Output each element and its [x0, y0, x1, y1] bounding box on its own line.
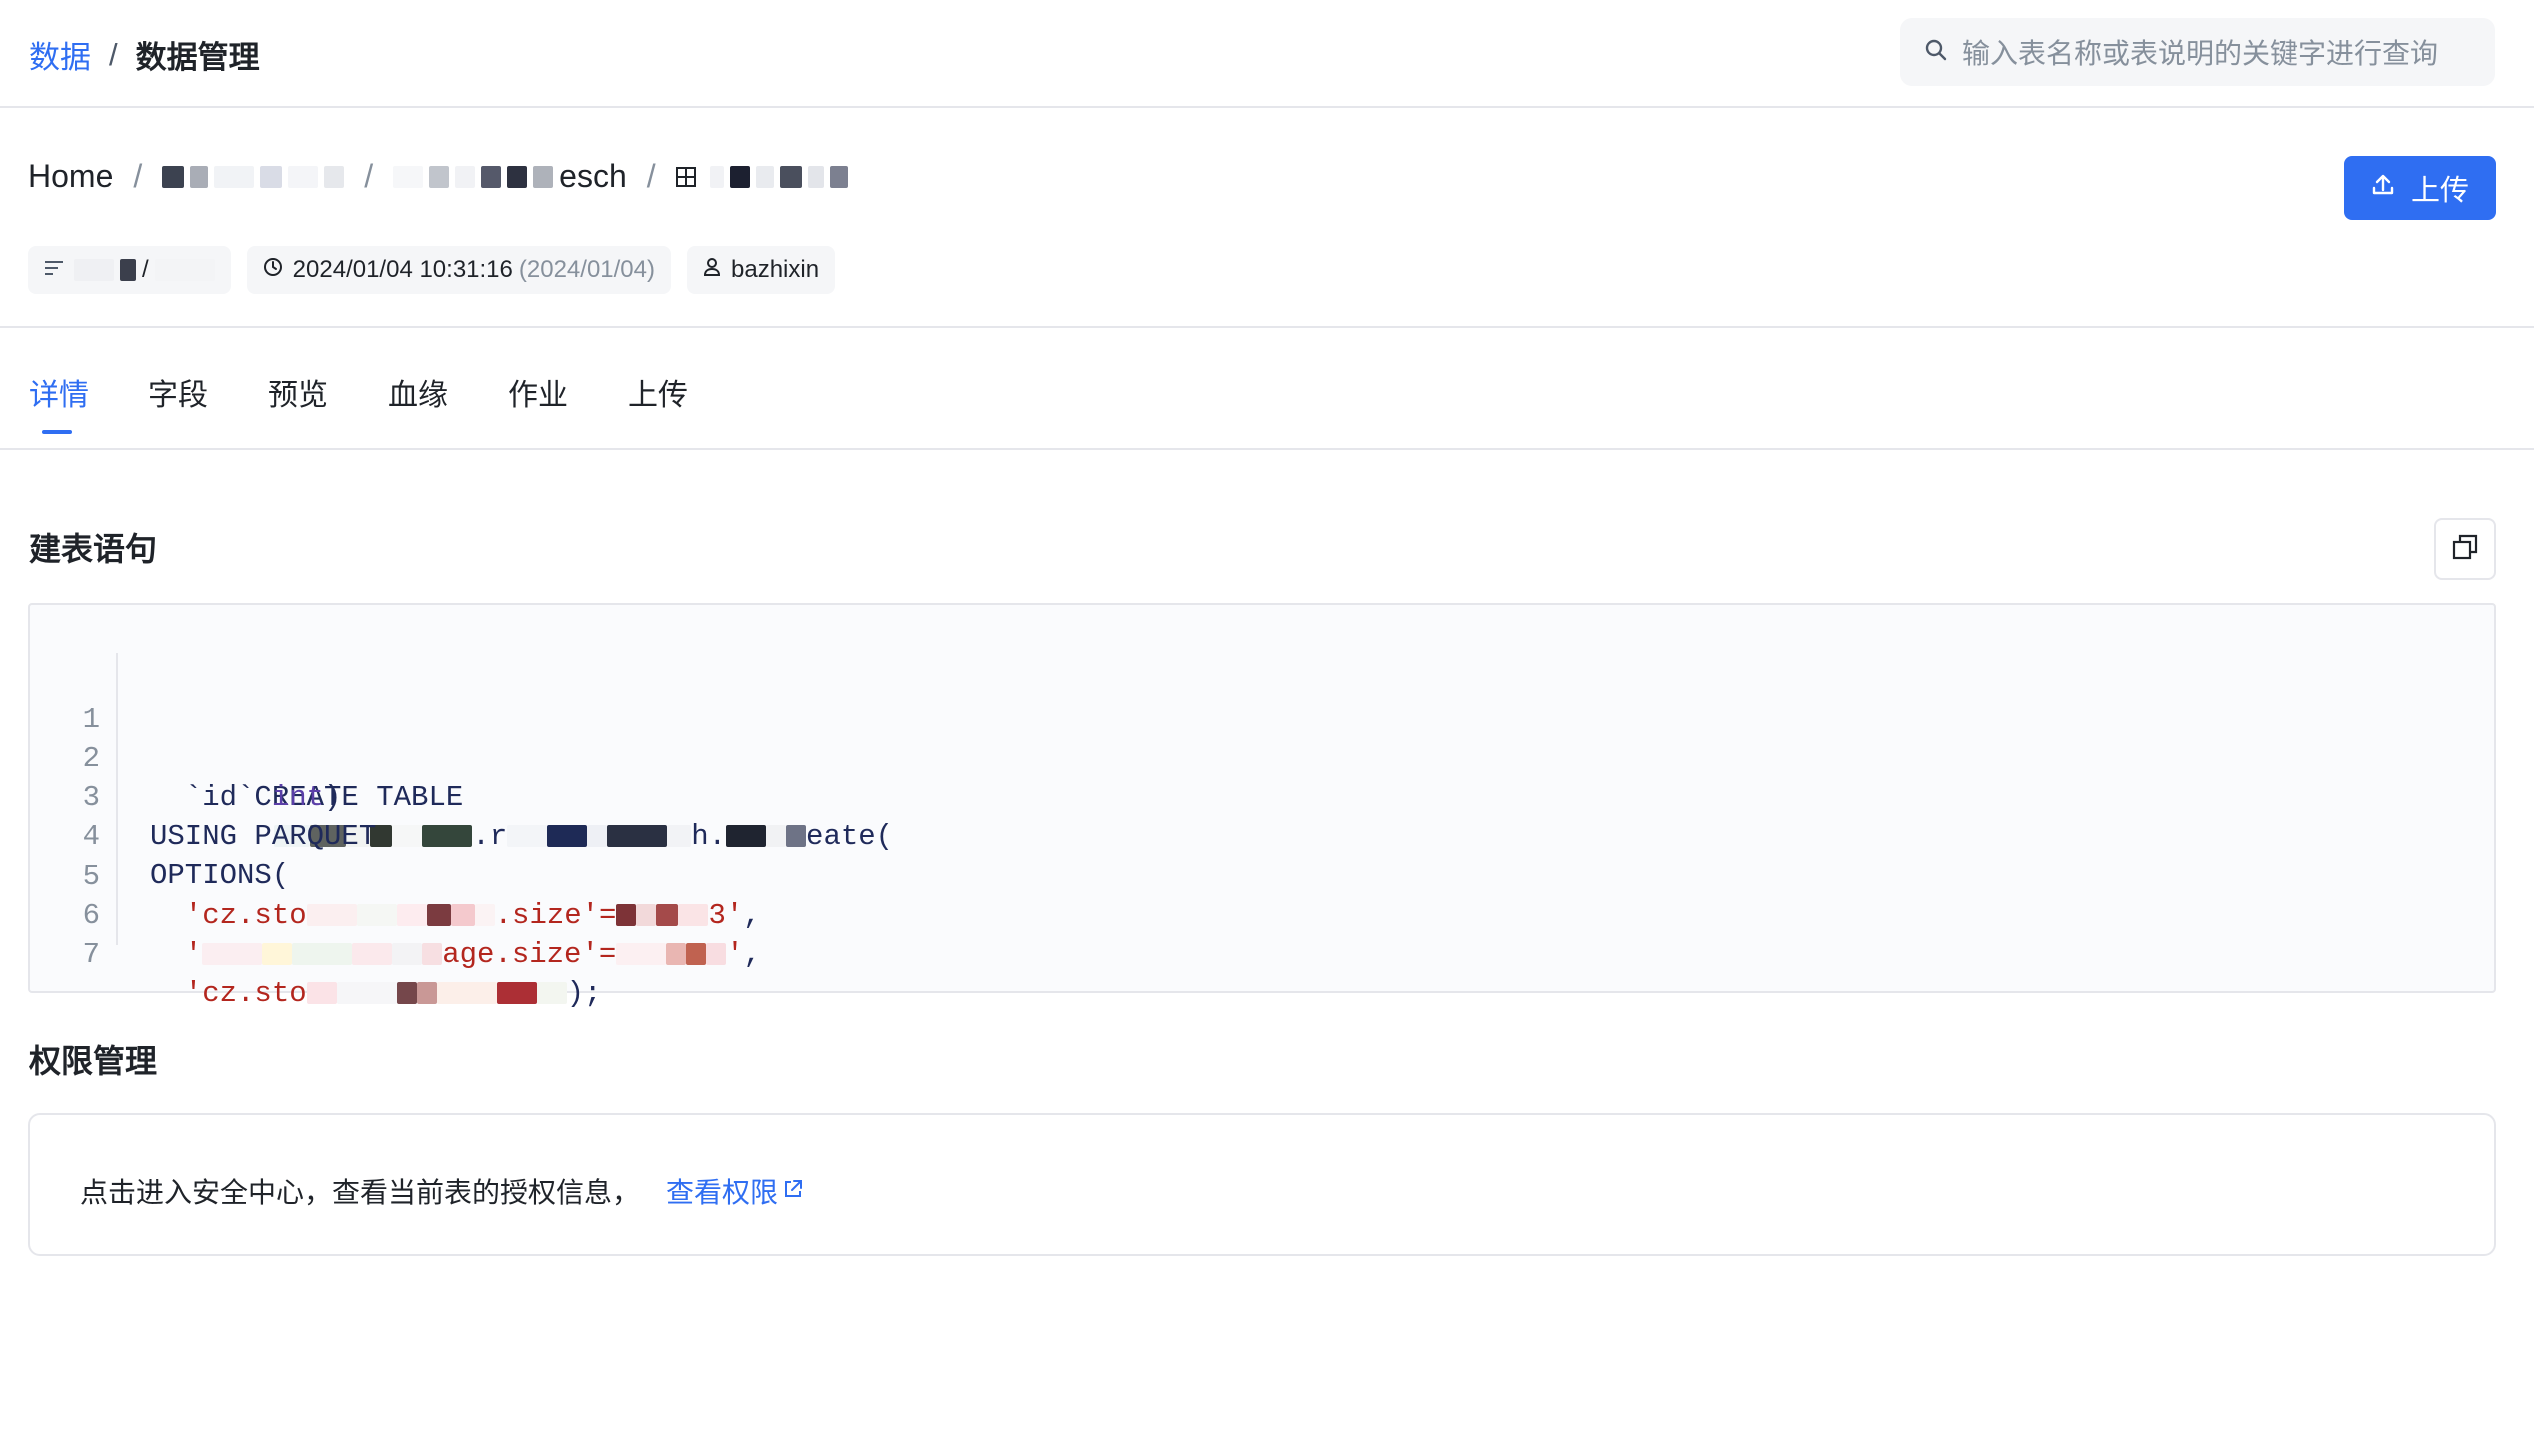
code-fragment: ,: [743, 899, 761, 932]
code-fragment: .r: [472, 820, 508, 853]
code-line: 4 OPTIONS(: [30, 778, 290, 892]
meta-time-chip: 2024/01/04 10:31:16 (2024/01/04): [246, 246, 671, 294]
code-string: age.size'=: [442, 938, 617, 971]
permission-section-title: 权限管理: [29, 1043, 158, 1079]
breadcrumb-separator: /: [109, 36, 118, 72]
table-meta: / 2024/01/04 10:31:16 (2024/01/04) bazhi…: [28, 246, 836, 294]
code-fragment: ,: [743, 938, 762, 971]
code-line: 7 'cz.sto);: [30, 896, 602, 1010]
code-string: 3': [708, 899, 744, 932]
code-text: ' age.size'= ',: [150, 935, 761, 974]
path-partial-text: esch: [559, 158, 627, 194]
path-separator: /: [646, 158, 656, 194]
code-text: USING PARQUET: [150, 820, 377, 853]
user-icon: [703, 256, 721, 284]
tab-fields[interactable]: 字段: [148, 370, 208, 414]
top-bar: 数据 / 数据管理 输入表名称或表说明的关键字进行查询: [0, 0, 2534, 108]
code-line: 6 ' age.size'= ',: [30, 857, 761, 971]
breadcrumb-current: 数据管理: [135, 40, 260, 75]
table-header: Home / / esch / 上传 / 2024/01/04 10:31:16…: [0, 108, 2534, 328]
permission-description: 点击进入安全中心，查看当前表的授权信息，: [80, 1177, 641, 1208]
code-column: `id`: [150, 781, 272, 814]
tab-upload[interactable]: 上传: [628, 370, 688, 414]
upload-button[interactable]: 上传: [2344, 156, 2496, 220]
code-string: ': [150, 938, 203, 971]
code-line: 1 CREATE TABLE .r h. eate(: [30, 661, 893, 853]
line-number: 7: [82, 938, 100, 971]
code-string: 'cz.sto: [150, 977, 307, 1010]
meta-type-chip: /: [28, 246, 231, 294]
external-link-icon: [782, 1175, 804, 1207]
view-permission-link[interactable]: 查看权限: [666, 1171, 804, 1211]
active-tab-indicator: [42, 430, 72, 434]
ddl-code-block: 1 CREATE TABLE .r h. eate( 2 `id` int) 3 U…: [28, 603, 2496, 1010]
upload-button-label: 上传: [2410, 175, 2469, 207]
code-text: `id` int): [150, 778, 342, 817]
search-input[interactable]: 输入表名称或表说明的关键字进行查询: [1900, 18, 2495, 86]
redacted-schema[interactable]: [162, 165, 345, 188]
code-text: 'cz.sto);: [150, 974, 602, 1013]
code-string: ': [726, 938, 744, 971]
permission-info-box: 点击进入安全中心，查看当前表的授权信息， 查看权限: [28, 1113, 2496, 1256]
code-fragment: h.: [691, 820, 727, 853]
breadcrumb-data-link[interactable]: 数据: [29, 32, 91, 77]
table-grid-icon: [675, 158, 696, 195]
copy-icon: [2452, 534, 2478, 565]
code-gutter-divider: [116, 653, 118, 945]
search-icon: [1924, 38, 1948, 67]
tab-jobs[interactable]: 作业: [508, 370, 568, 414]
tab-details[interactable]: 详情: [29, 370, 89, 414]
code-fragment: eate(: [806, 820, 894, 853]
table-path-breadcrumb: Home / / esch /: [28, 158, 848, 195]
redacted-table-name: [709, 165, 848, 188]
meta-owner-chip: bazhixin: [687, 246, 836, 294]
path-home-link[interactable]: Home: [28, 158, 113, 195]
upload-icon: [2371, 172, 2395, 205]
tab-preview[interactable]: 预览: [268, 370, 328, 414]
permission-text-row: 点击进入安全中心，查看当前表的授权信息， 查看权限: [80, 1171, 804, 1211]
copy-button[interactable]: [2434, 518, 2496, 580]
code-line: 2 `id` int): [30, 700, 342, 814]
meta-owner: bazhixin: [731, 256, 820, 283]
path-separator: /: [364, 158, 374, 194]
meta-separator: /: [142, 256, 149, 283]
view-permission-label: 查看权限: [666, 1177, 779, 1208]
list-icon: [44, 256, 64, 284]
code-string: .size'=: [494, 899, 617, 932]
code-type: int: [271, 781, 325, 814]
code-text: 'cz.sto .size'= 3',: [150, 896, 761, 935]
code-line: 3 USING PARQUET: [30, 739, 377, 853]
path-separator: /: [133, 158, 143, 194]
clock-icon: [263, 256, 283, 284]
meta-date-paren: (2024/01/04): [518, 256, 655, 283]
code-string: 'cz.sto: [150, 899, 307, 932]
ddl-section-title: 建表语句: [29, 531, 158, 567]
meta-datetime: 2024/01/04 10:31:16: [292, 256, 513, 283]
app-breadcrumb: 数据 / 数据管理: [29, 32, 260, 77]
code-fragment: ): [324, 781, 342, 814]
code-line: 5 'cz.sto .size'= 3',: [30, 818, 761, 932]
tab-lineage[interactable]: 血缘: [388, 370, 448, 414]
tab-bar: 详情 字段 预览 血缘 作业 上传: [0, 328, 2534, 450]
code-fragment: );: [566, 977, 602, 1010]
code-text: OPTIONS(: [150, 859, 290, 892]
redacted-database[interactable]: esch: [393, 158, 627, 195]
search-placeholder: 输入表名称或表说明的关键字进行查询: [1962, 38, 2439, 69]
